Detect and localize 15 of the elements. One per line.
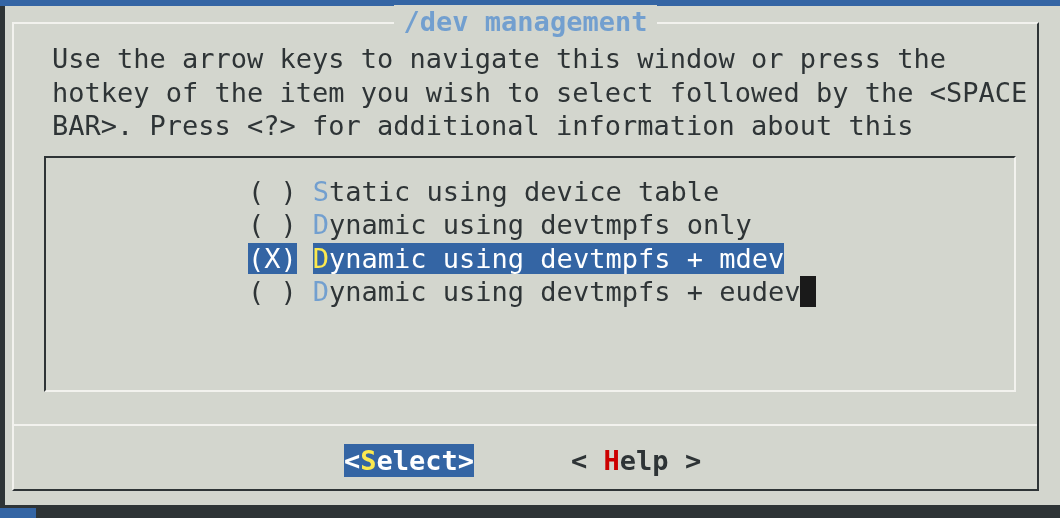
option-label[interactable]: Dynamic using devtmpfs + mdev [312, 242, 785, 274]
radio-mark[interactable]: ( ) [248, 276, 297, 308]
instruction-text: BAR>. Press <?> for additional information about this [52, 109, 914, 143]
option-label[interactable]: Dynamic using devtmpfs only [312, 209, 752, 241]
select-button[interactable]: <Select> [344, 443, 475, 477]
instruction-text: Use the arrow keys to navigate this window or press the [52, 42, 947, 76]
option-label[interactable]: Dynamic using devtmpfs + eudev [312, 276, 801, 308]
backdrop-strip [0, 508, 36, 518]
instruction-text: hotkey of the item you wish to select followed by the <SPACE [52, 75, 1028, 109]
option-label[interactable]: Static using device table [312, 175, 720, 207]
dialog-title: /dev management [393, 5, 658, 38]
radio-mark[interactable]: (X) [248, 242, 297, 274]
help-button[interactable]: < Help > [571, 443, 702, 477]
radio-mark[interactable]: ( ) [248, 175, 297, 207]
radio-mark[interactable]: ( ) [248, 209, 297, 241]
